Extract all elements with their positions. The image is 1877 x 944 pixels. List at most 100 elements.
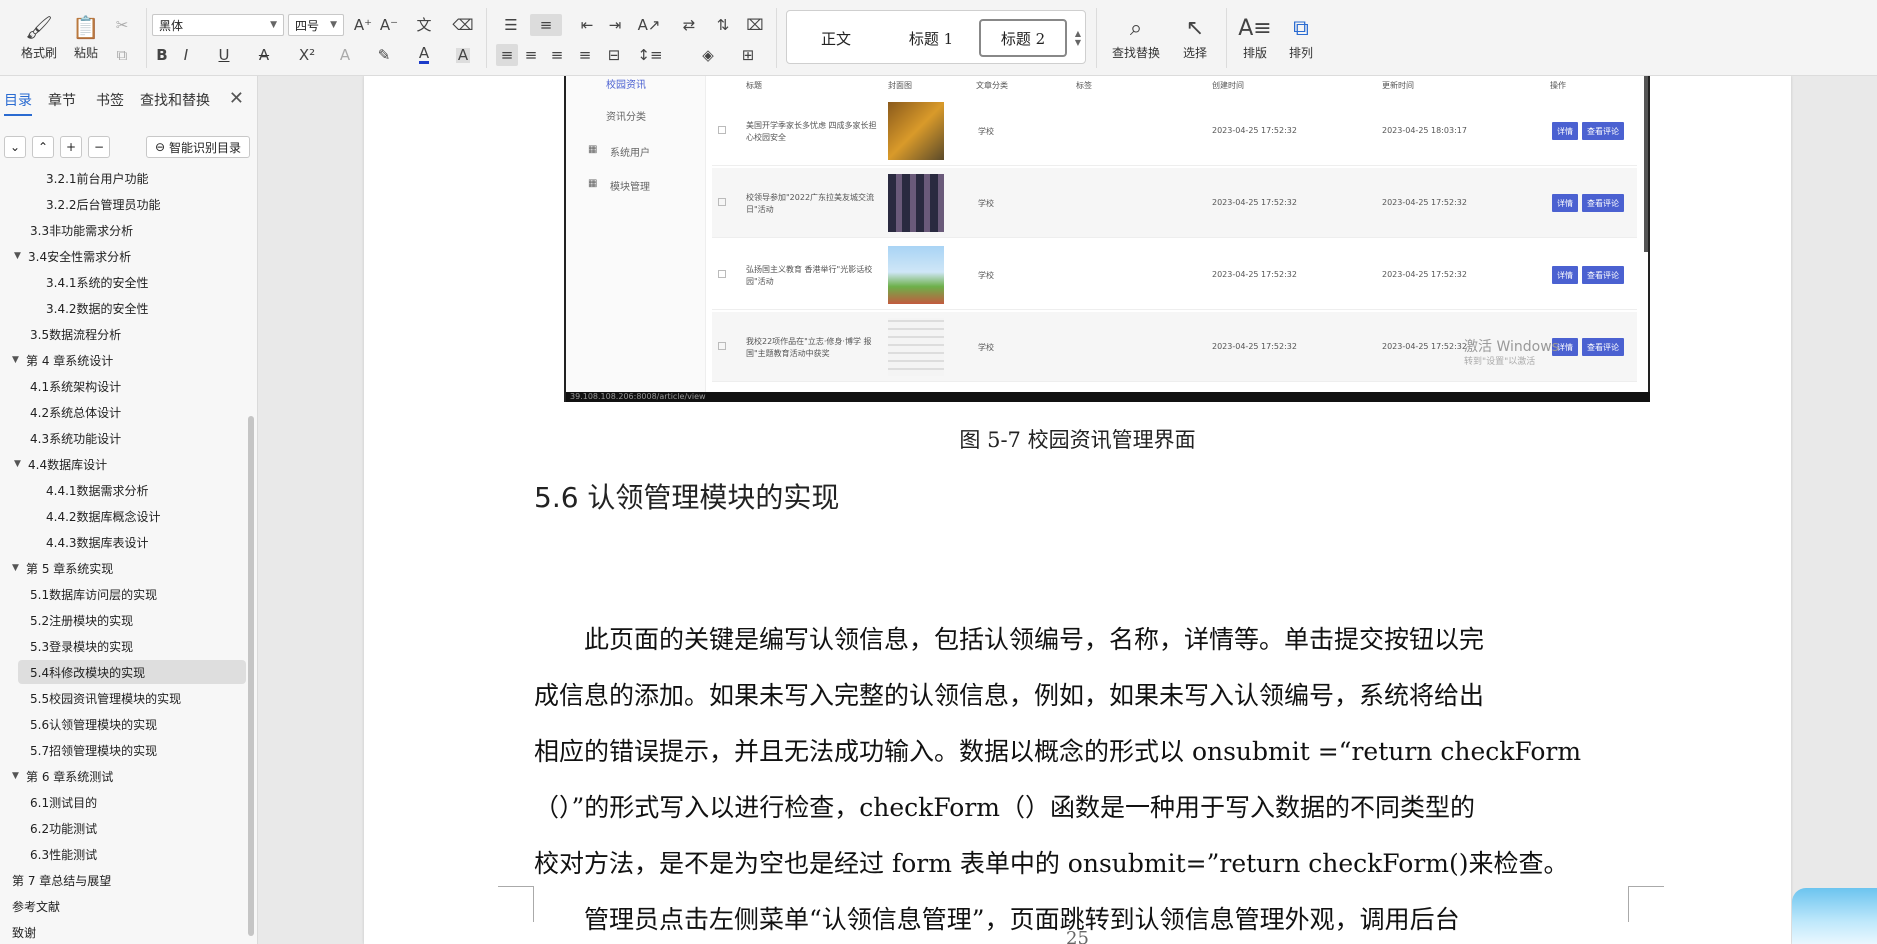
expand-triangle-icon[interactable]: ▼ [12,771,26,781]
toc-item[interactable]: 4.3系统功能设计 [0,426,121,450]
expand-up-button[interactable]: ⌃ [32,136,54,158]
toc-item[interactable]: ▼ 第 4 章系统设计 [0,348,113,372]
shading-button[interactable]: ◈ [692,44,724,66]
toc-item[interactable]: 6.1测试目的 [0,790,97,814]
toc-item[interactable]: 5.1数据库访问层的实现 [0,582,157,606]
figure-row-title: 弘扬国主义教育 香港举行"光影话校 [746,265,873,274]
toc-item[interactable]: 5.5校园资讯管理模块的实现 [0,686,181,710]
toc-item[interactable]: 4.1系统架构设计 [0,374,121,398]
toc-item[interactable]: 3.4.1系统的安全性 [0,270,149,294]
style-normal[interactable]: 正文 [801,19,871,57]
toc-item[interactable]: 5.3登录模块的实现 [0,634,133,658]
section-heading: 5.6 认领管理模块的实现 [534,481,840,514]
toc-item[interactable]: ▼ 3.4安全性需求分析 [0,244,131,268]
activation-watermark: 激活 Windows [1464,339,1559,355]
increase-indent-button[interactable]: ⇥ [604,14,626,36]
font-color-button[interactable]: A [410,44,438,66]
add-heading-button[interactable]: + [60,136,82,158]
chinese-layout-button[interactable]: ⇄ [674,14,704,36]
decrease-indent-button[interactable]: ⇤ [576,14,598,36]
expand-triangle-icon[interactable]: ▼ [12,563,26,573]
copy-button[interactable]: ⧉ [108,44,136,66]
expand-triangle-icon[interactable]: ▼ [14,459,28,469]
phonetic-icon: 文 [416,15,432,34]
align-left-button[interactable]: ≡ [496,44,518,66]
nav-scrollbar[interactable] [248,416,254,936]
align-center-button[interactable]: ≡ [520,44,542,66]
grow-font-button[interactable]: A⁺ [352,14,374,36]
sort-button[interactable]: ⇅ [712,14,734,36]
align-right-button[interactable]: ≡ [546,44,568,66]
collapse-button[interactable]: ⌄ [4,136,26,158]
chevron-down-icon: ⌄ [9,140,21,154]
underline-button[interactable]: U [210,44,238,66]
remove-heading-button[interactable]: − [88,136,110,158]
toc-item[interactable]: 参考文献 [0,894,60,918]
toc-item[interactable]: 4.4.3数据库表设计 [0,530,149,554]
select-button[interactable]: ↖ 选择 [1172,12,1218,66]
close-icon[interactable]: ✕ [229,88,244,109]
tab-chapters[interactable]: 章节 [48,90,76,110]
paste-button[interactable]: 📋 粘贴 [66,12,106,66]
numbering-button[interactable]: ≡ [530,14,562,36]
expand-triangle-icon[interactable]: ▼ [12,355,26,365]
toc-item[interactable]: 第 7 章总结与展望 [0,868,111,892]
toc-item[interactable]: 6.2功能测试 [0,816,97,840]
tab-toc[interactable]: 目录 [4,90,32,116]
layout-button[interactable]: A≡ 排版 [1234,12,1276,66]
figure-side-item: 系统用户 [610,148,650,159]
text-effect-icon: A [339,45,351,64]
find-replace-button[interactable]: ⌕ 查找替换 [1104,12,1168,66]
toc-item[interactable]: 5.6认领管理模块的实现 [0,712,157,736]
toc-item[interactable]: 3.4.2数据的安全性 [0,296,149,320]
toc-item[interactable]: ▼ 第 6 章系统测试 [0,764,113,788]
font-name-select[interactable]: 黑体 ▼ [152,14,284,36]
cut-button[interactable]: ✂ [108,14,136,36]
text-direction-button[interactable]: A↗ [634,14,664,36]
toc-item[interactable]: 3.3非功能需求分析 [0,218,133,242]
toc-item[interactable]: 4.4.2数据库概念设计 [0,504,161,528]
shrink-font-button[interactable]: A⁻ [378,14,400,36]
toc-item[interactable]: 3.2.1前台用户功能 [0,166,149,190]
bullets-button[interactable]: ☰ [496,14,526,36]
style-heading-2[interactable]: 标题 2 [979,19,1067,57]
char-shading-button[interactable]: A [452,44,474,66]
clear-format-button[interactable]: ⌫ [452,14,474,36]
navigation-pane: 目录 章节 书签 查找和替换 ✕ ⌄ ⌃ + − ⊖ 智能识别目录 3.2.1前… [0,76,258,944]
show-marks-button[interactable]: ⌧ [742,14,768,36]
toc-item[interactable]: 6.3性能测试 [0,842,97,866]
smart-toc-button[interactable]: ⊖ 智能识别目录 [146,136,250,158]
expand-triangle-icon[interactable]: ▼ [14,251,28,261]
justify-button[interactable]: ≡ [574,44,596,66]
highlight-button[interactable]: ✎ [370,44,398,66]
styles-scroll[interactable]: ▲ ▼ [1071,13,1085,63]
superscript-button[interactable]: X² [292,44,322,66]
toc-item[interactable]: 5.7招领管理模块的实现 [0,738,157,762]
toc-item[interactable]: ▼ 4.4数据库设计 [0,452,107,476]
format-painter-button[interactable]: 🖌 格式刷 [14,12,64,66]
toc-item[interactable]: 3.2.2后台管理员功能 [0,192,161,216]
toc-item[interactable]: ▼ 第 5 章系统实现 [0,556,113,580]
tab-bookmarks[interactable]: 书签 [96,90,124,110]
toc-item[interactable]: 4.4.1数据需求分析 [0,478,149,502]
arrange-button[interactable]: ⧉ 排列 [1280,12,1322,66]
toc-item[interactable]: 4.2系统总体设计 [0,400,121,424]
font-size-select[interactable]: 四号 ▼ [288,14,344,36]
distribute-button[interactable]: ⊟ [602,44,626,66]
line-spacing-button[interactable]: ↕≡ [634,44,666,66]
text-effect-button[interactable]: A [332,44,358,66]
italic-button[interactable]: I [176,44,196,66]
activation-watermark-sub: 转到"设置"以激活 [1464,357,1536,367]
tab-find-replace[interactable]: 查找和替换 [140,90,210,110]
toc-item-label: 5.4科修改模块的实现 [30,665,146,680]
phonetic-button[interactable]: 文 [408,14,440,36]
toc-item[interactable]: 5.4科修改模块的实现 [18,660,246,684]
taskbar-widget-image[interactable] [1792,888,1877,944]
toc-item[interactable]: 3.5数据流程分析 [0,322,121,346]
borders-button[interactable]: ⊞ [732,44,764,66]
style-heading-1[interactable]: 标题 1 [891,19,971,57]
toc-item[interactable]: 致谢 [0,920,36,944]
strikethrough-button[interactable]: A [250,44,278,66]
toc-item[interactable]: 5.2注册模块的实现 [0,608,133,632]
bold-button[interactable]: B [152,44,172,66]
